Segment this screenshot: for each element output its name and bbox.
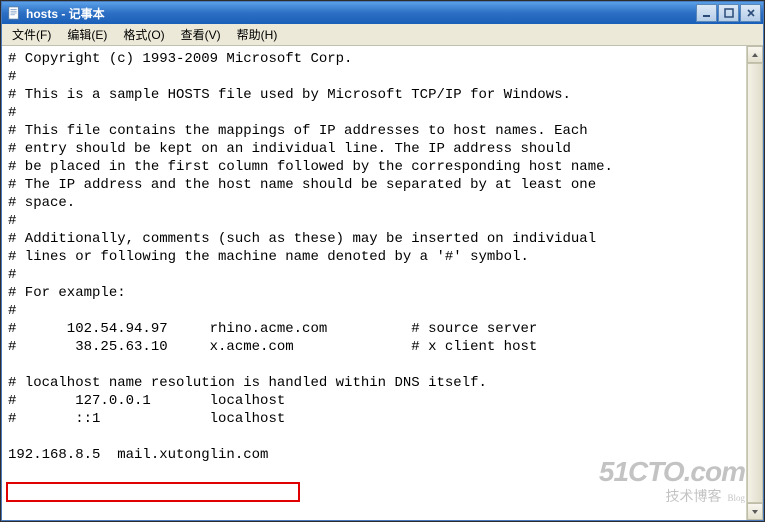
notepad-window: hosts - 记事本 文件(F) 编辑(E) 格式(O) 查看(V) 帮助(H… [1, 1, 764, 521]
minimize-button[interactable] [696, 4, 717, 22]
menu-help[interactable]: 帮助(H) [229, 24, 286, 45]
window-title: hosts - 记事本 [26, 5, 696, 22]
watermark-sub: 技术博客Blog [599, 486, 745, 506]
menu-file[interactable]: 文件(F) [4, 24, 59, 45]
editor-content[interactable]: # Copyright (c) 1993-2009 Microsoft Corp… [2, 46, 763, 468]
window-controls [696, 4, 761, 22]
scroll-up-button[interactable] [747, 46, 763, 63]
menu-edit[interactable]: 编辑(E) [59, 24, 115, 45]
maximize-button[interactable] [718, 4, 739, 22]
scroll-track[interactable] [747, 63, 763, 503]
editor-area[interactable]: # Copyright (c) 1993-2009 Microsoft Corp… [2, 46, 763, 520]
vertical-scrollbar[interactable] [746, 46, 763, 520]
highlight-annotation [6, 482, 300, 502]
menu-format[interactable]: 格式(O) [115, 24, 172, 45]
titlebar[interactable]: hosts - 记事本 [2, 2, 763, 24]
scroll-down-button[interactable] [747, 503, 763, 520]
notepad-icon [6, 5, 22, 21]
menubar: 文件(F) 编辑(E) 格式(O) 查看(V) 帮助(H) [2, 24, 763, 46]
close-button[interactable] [740, 4, 761, 22]
menu-view[interactable]: 查看(V) [173, 24, 229, 45]
scroll-thumb[interactable] [747, 63, 763, 503]
